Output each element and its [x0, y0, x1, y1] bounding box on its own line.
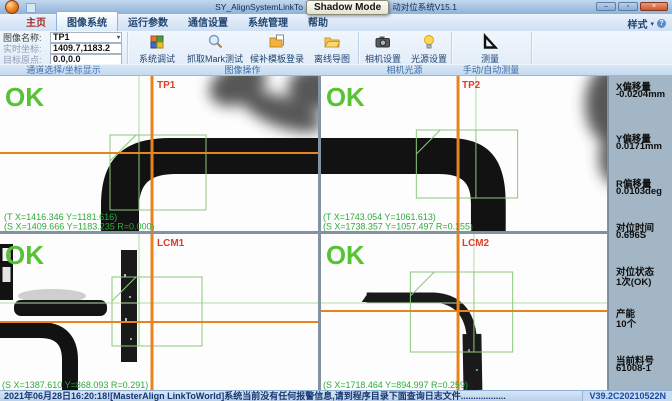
camera-view-lcm1[interactable]: OK LCM1 (S X=1387.610 Y=868.093 R=0.291): [0, 234, 318, 390]
minimize-button[interactable]: –: [596, 2, 616, 11]
app-window: SY_AlignSystemLinkTo Shadow Mode 动对位系统V1…: [0, 0, 672, 401]
window-title-prefix: SY_AlignSystemLinkTo: [215, 2, 303, 12]
menu-item-help[interactable]: 帮助: [298, 12, 338, 31]
app-orb-icon[interactable]: [5, 0, 19, 14]
style-button[interactable]: 样式: [627, 16, 647, 31]
status-message: 2021年06月28日16:20:18![MasterAlign LinkToW…: [4, 391, 506, 401]
align-time-value: 0.696S: [616, 230, 646, 241]
coord-line-t: (T X=1416.346 Y=1181.616): [4, 212, 117, 222]
menu-item-system-mgmt[interactable]: 系统管理: [238, 12, 298, 31]
bulb-icon: [420, 33, 438, 51]
coord-line-s: (S X=1718.464 Y=894.997 R=0.259): [323, 380, 468, 390]
close-button[interactable]: ×: [640, 2, 668, 11]
results-panel: X偏移量 -0.0204mm Y偏移量 0.0171mm R偏移量 0.0103…: [608, 76, 672, 390]
x-offset-value: -0.0204mm: [616, 89, 665, 100]
group-label-channel: 通道选择/坐标显示: [0, 65, 127, 76]
menu-item-run-params[interactable]: 运行参数: [118, 12, 178, 31]
grab-mark-test-button[interactable]: 抓取Mark测试: [182, 33, 248, 65]
camera-view-lcm2[interactable]: OK LCM2 (S X=1718.464 Y=894.997 R=0.259): [321, 234, 607, 390]
light-settings-button[interactable]: 测量 光源设置: [407, 33, 451, 65]
image-name-combobox[interactable]: TP1 ▾: [50, 32, 122, 43]
realtime-coord-field[interactable]: 1409.7,1183.2: [50, 43, 122, 54]
coord-line-s: (S X=1738.357 Y=1057.497 R=0.155): [323, 221, 473, 231]
camera-settings-button[interactable]: 相机设置: [361, 33, 405, 65]
magnifier-icon: [206, 33, 224, 51]
shadow-blob: [202, 76, 318, 140]
shadow-blob: [585, 76, 607, 186]
backup-template-login-button[interactable]: 候补模板登录: [248, 33, 306, 65]
shadow-mode-badge: Shadow Mode: [306, 0, 389, 15]
menu-item-image-system[interactable]: 图像系统: [56, 11, 118, 31]
image-name-value: TP1: [53, 32, 70, 42]
status-ok: OK: [326, 242, 365, 270]
r-offset-value: 0.0103deg: [616, 186, 662, 197]
menu-item-comm-settings[interactable]: 通信设置: [178, 12, 238, 31]
camera-tag: TP2: [462, 80, 481, 91]
template-folder-icon: [268, 33, 286, 51]
window-title-suffix: 动对位系统V15.1: [392, 1, 457, 13]
cube-icon: [148, 33, 166, 51]
camera-tag: TP1: [157, 80, 176, 91]
ribbon-toolbar: 图像名称: TP1 ▾ 实时坐标: 1409.7,1183.2 目标原点: 0.…: [0, 31, 672, 76]
camera-view-tp2[interactable]: OK TP2 (T X=1743.054 Y=1061.613) (S X=17…: [321, 76, 607, 231]
offline-map-button[interactable]: 离线导图: [309, 33, 355, 65]
group-label-camera-light: 相机光源: [358, 65, 451, 76]
pcb-edge-shapes: [362, 292, 478, 390]
help-icon[interactable]: ?: [657, 19, 666, 28]
measure-icon: [481, 33, 499, 51]
status-ok: OK: [5, 82, 44, 112]
open-folder-icon: [323, 33, 341, 51]
menu-item-home[interactable]: 主页: [16, 12, 56, 31]
maximize-button[interactable]: ▫: [618, 2, 638, 11]
status-bar: 2021年06月28日16:20:18![MasterAlign LinkToW…: [0, 390, 672, 401]
part-number-value: 61008-1: [616, 363, 651, 374]
y-offset-value: 0.0171mm: [616, 141, 662, 152]
mask-edge-shape: [101, 138, 318, 231]
camera-icon: [374, 33, 392, 51]
capacity-value: 10个: [616, 316, 636, 330]
menu-bar: 主页 图像系统 运行参数 通信设置 系统管理 帮助: [0, 14, 672, 31]
version-label: V39.2C20210522N: [582, 391, 672, 401]
combo-arrow-icon[interactable]: ▾: [117, 34, 120, 43]
camera-tag: LCM1: [157, 238, 185, 249]
group-label-measure: 手动/自动测量: [451, 65, 531, 76]
align-status-value: 1次(OK): [616, 274, 651, 288]
coord-line-s: (S X=1409.666 Y=1183.235 R=0.000): [4, 222, 155, 232]
coord-line-s: (S X=1387.610 Y=868.093 R=0.291): [2, 380, 148, 390]
camera-tag: LCM2: [462, 238, 489, 249]
system-debug-button[interactable]: 系统调试: [131, 33, 183, 65]
status-ok: OK: [5, 240, 44, 270]
group-label-image-ops: 图像操作: [127, 65, 358, 76]
camera-view-tp1[interactable]: OK TP1 (T X=1416.346 Y=1181.616) (S X=14…: [0, 76, 318, 231]
ribbon-group-strip: 通道选择/坐标显示 图像操作 相机光源 手动/自动测量: [0, 64, 672, 75]
style-caret-icon[interactable]: ▾: [650, 20, 654, 28]
measure-button[interactable]: 测量: [468, 33, 512, 65]
status-ok: OK: [326, 84, 365, 112]
